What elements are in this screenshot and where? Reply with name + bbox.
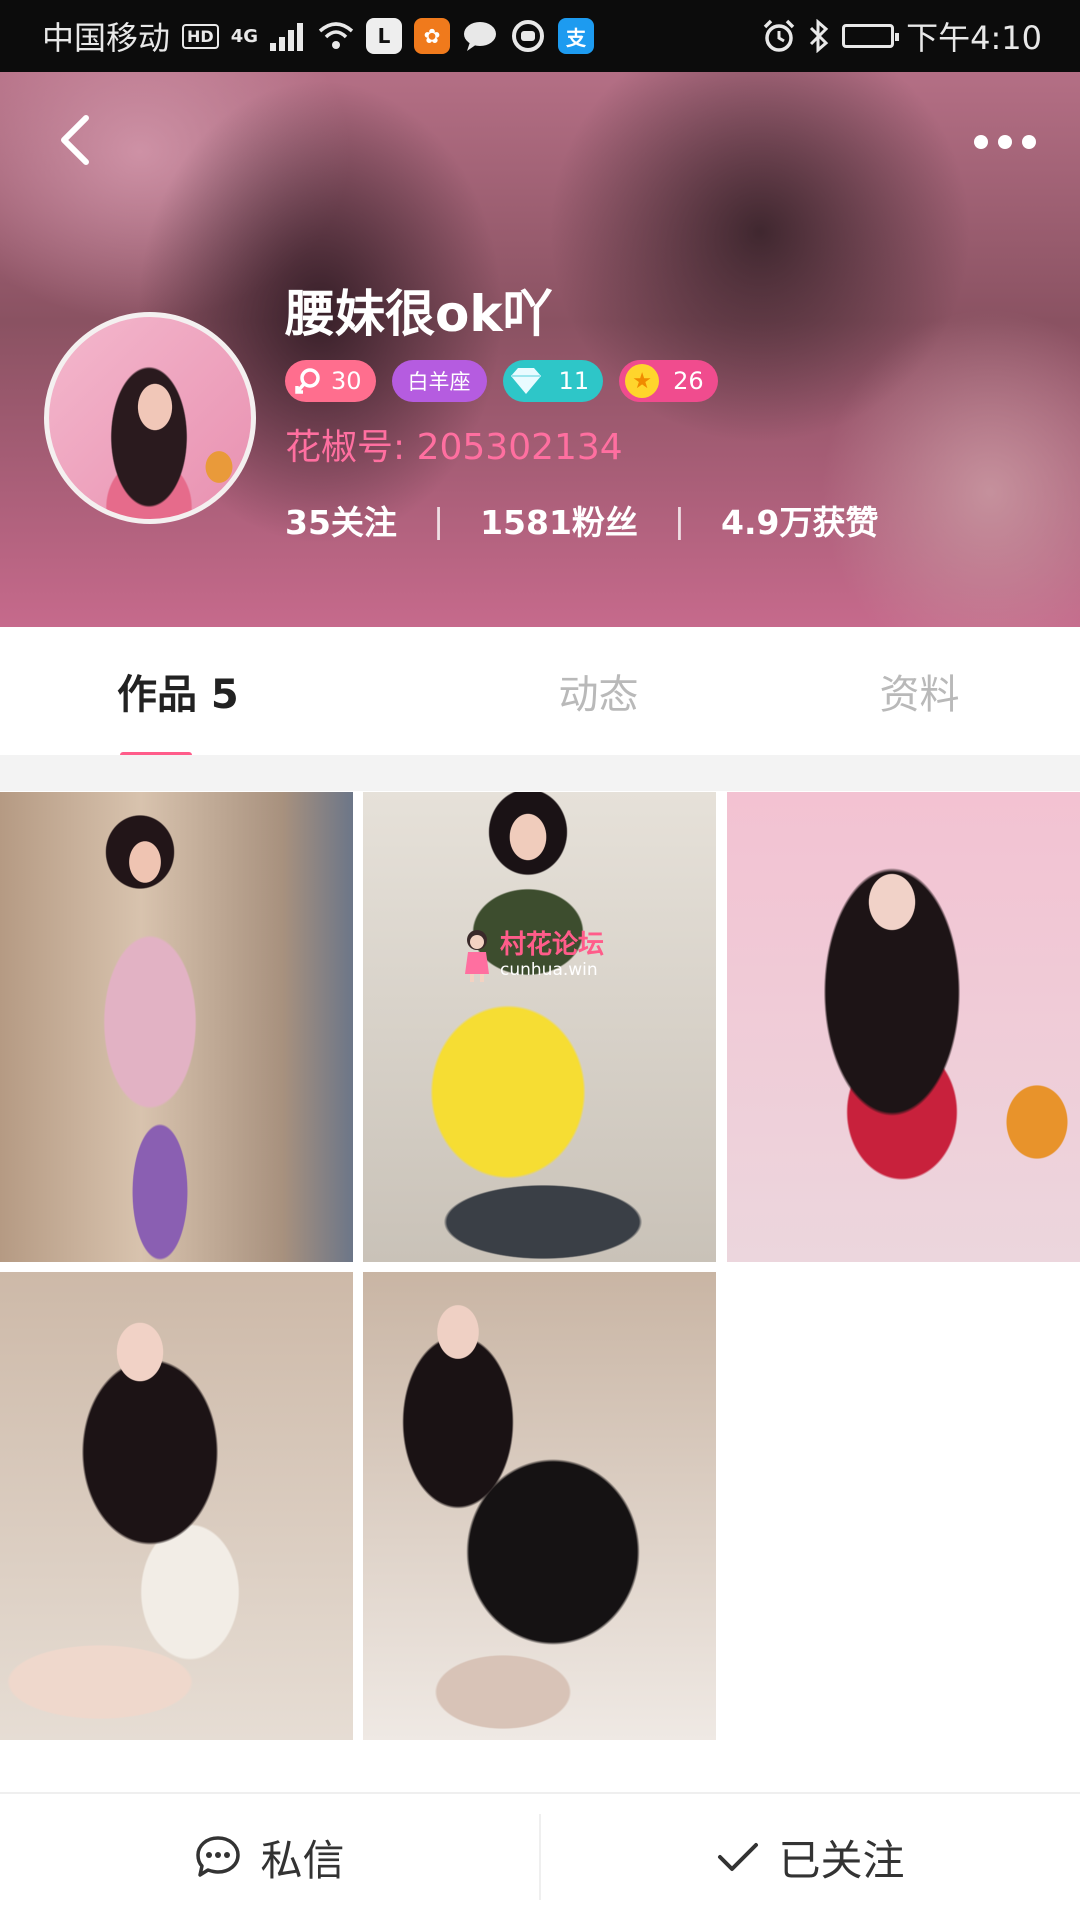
watermark-girl-icon [465,930,489,982]
star-value: 26 [673,367,704,395]
watermark: 村花论坛 cunhua.win [462,928,604,982]
profile-name: 腰妹很ok吖 [285,285,553,343]
message-label: 私信 [260,1835,345,1885]
status-bar: 中国移动 HD 4G L ✿ 支 下午4:10 [0,0,1080,72]
diamond-icon [509,364,543,398]
gender-icon [291,364,325,398]
profile-tabs: 作品 5 动态 资料 [0,627,1080,758]
avatar[interactable] [44,312,256,524]
battery-icon [842,24,900,48]
star-badge: ★ 26 [619,360,718,402]
alipay-icon: 支 [558,18,594,54]
star-icon: ★ [625,364,660,398]
stats-separator: | [432,500,445,540]
wifi-icon [318,22,354,49]
bottom-action-bar: 私信 已关注 [0,1792,1080,1920]
followed-label: 已关注 [778,1835,905,1885]
check-icon [718,1843,759,1871]
status-bar-left: 中国移动 HD 4G L ✿ 支 [42,13,594,59]
work-thumbnail-4[interactable] [0,1272,353,1740]
badge-row: 30 白羊座 11 ★ 26 [285,360,718,402]
gender-level-badge: 30 [285,360,376,402]
likes-count: 4.9万获赞 [721,503,879,542]
following-count[interactable]: 35关注 [285,496,397,544]
followed-button[interactable]: 已关注 [541,1794,1080,1920]
more-button[interactable] [970,122,1040,162]
chat-icon [196,1836,241,1877]
tab-works[interactable]: 作品 5 [0,627,438,758]
work-thumbnail-3[interactable] [727,792,1080,1262]
network-type: 4G [230,25,258,47]
more-icon [974,135,1036,149]
diamond-value: 11 [558,367,590,395]
stats-separator: | [673,500,686,540]
fans-count[interactable]: 1581粉丝 [480,496,638,544]
back-button[interactable] [50,110,100,170]
hd-badge: HD [182,23,219,49]
stats-row: 35关注 | 1581粉丝 | 4.9万获赞 [285,496,879,544]
clock-time: 下午4:10 [906,19,1042,57]
tabs-divider [0,755,1080,791]
work-thumbnail-1[interactable] [0,792,353,1262]
tab-profile-info[interactable]: 资料 [759,627,1080,755]
watermark-text: 村花论坛 cunhua.win [500,932,604,979]
diamond-badge: 11 [502,360,604,402]
alarm-icon [763,19,795,52]
signal-icon [270,23,303,51]
gamepad-icon [512,20,544,52]
tab-moments[interactable]: 动态 [438,627,759,755]
watermark-url: cunhua.win [500,959,598,980]
bluetooth-icon [810,19,829,53]
profile-header: 腰妹很ok吖 30 白羊座 11 ★ 26 花椒号: 205302134 35关… [0,72,1080,627]
zodiac-label: 白羊座 [407,370,471,394]
uc-browser-icon: ✿ [414,18,450,54]
gender-level-value: 30 [331,367,362,395]
chat-notification-icon [464,22,496,51]
app-l-icon: L [366,18,402,54]
work-thumbnail-5[interactable] [363,1272,716,1740]
back-icon [61,115,89,165]
zodiac-badge: 白羊座 [391,360,487,402]
work-thumbnail-2[interactable] [363,792,716,1262]
profile-page: 中国移动 HD 4G L ✿ 支 下午4:10 腰妹很ok吖 30 白羊座 11… [0,0,1080,1920]
carrier-name: 中国移动 [42,19,171,57]
huajiao-id: 花椒号: 205302134 [285,427,623,468]
watermark-title: 村花论坛 [500,929,605,960]
message-button[interactable]: 私信 [0,1794,539,1920]
status-bar-right: 下午4:10 [762,13,1042,59]
